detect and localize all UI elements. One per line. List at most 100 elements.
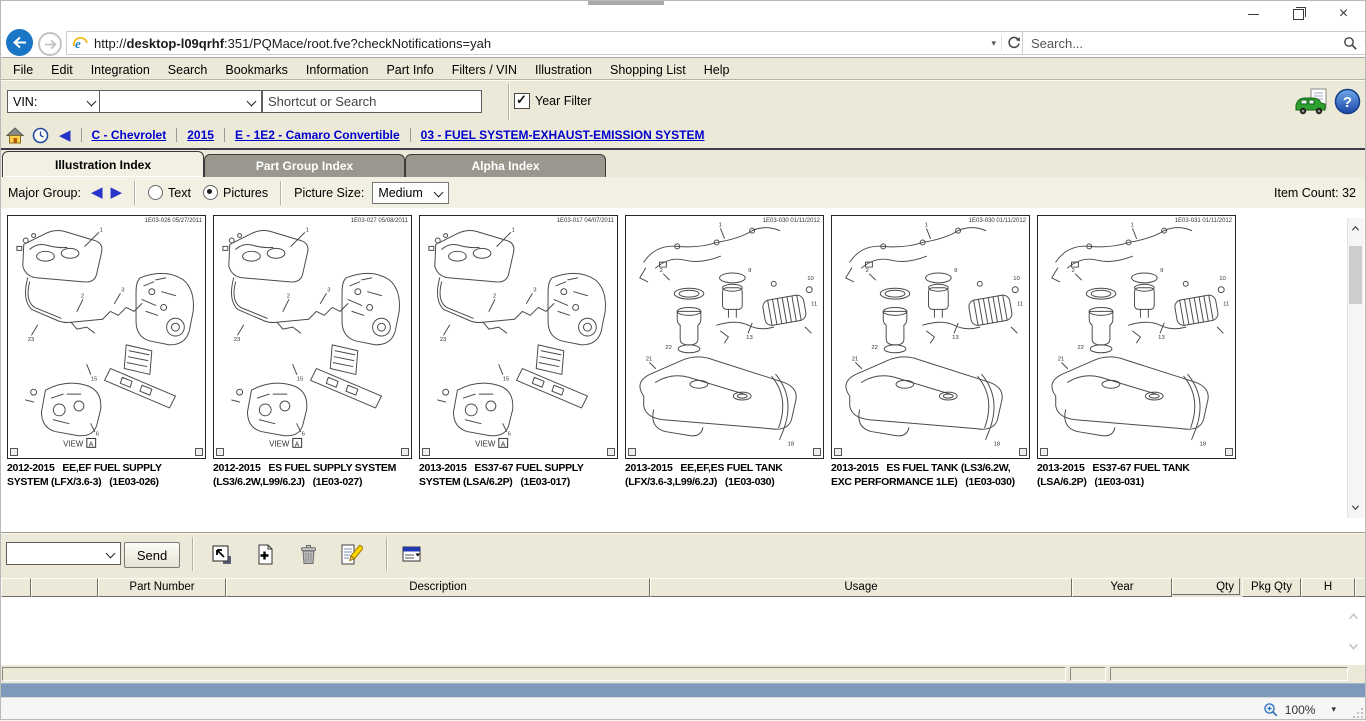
gallery-scrollbar[interactable] (1347, 218, 1364, 518)
address-bar[interactable]: e http://desktop-l09qrhf:351/PQMace/root… (66, 31, 1026, 55)
scroll-up-icon[interactable] (1351, 224, 1360, 233)
header-pkg-qty[interactable]: Pkg Qty (1242, 578, 1301, 597)
forward-button[interactable] (38, 32, 62, 56)
header-qty[interactable]: Qty (1172, 578, 1240, 595)
illustration-code: 1E03-026 05/27/2011 (145, 218, 202, 224)
zoom-control[interactable]: 100% ▾ (1263, 702, 1336, 718)
illustration-thumbnail[interactable]: 1E03-027 05/08/2011 (213, 215, 412, 459)
scroll-down-icon[interactable] (1351, 503, 1360, 512)
add-part-button[interactable] (252, 541, 278, 567)
year-filter-control: Year Filter (514, 93, 592, 109)
tab-part-group-index[interactable]: Part Group Index (204, 154, 405, 177)
menu-search[interactable]: Search (159, 59, 217, 81)
tab-illustration-index[interactable]: Illustration Index (2, 151, 204, 177)
table-scroll-up-icon[interactable] (1348, 609, 1359, 627)
illustration-caption[interactable]: 2013-2015 ES37-67 FUEL SUPPLY SYSTEM (LS… (419, 462, 617, 489)
breadcrumb-group[interactable]: 03 - FUEL SYSTEM-EXHAUST-EMISSION SYSTEM (421, 128, 705, 142)
major-group-label: Major Group: (8, 186, 81, 200)
zoom-dropdown-icon[interactable]: ▾ (1331, 704, 1336, 715)
illustration-thumbnail[interactable]: 1E03-031 01/11/2012 (1037, 215, 1236, 459)
send-button[interactable]: Send (124, 542, 180, 568)
major-group-prev-icon[interactable]: ◀ (91, 185, 103, 200)
picture-size-select[interactable]: Medium (372, 182, 449, 204)
chevron-down-icon (106, 549, 116, 559)
major-group-next-icon[interactable]: ▶ (111, 185, 123, 200)
header-description[interactable]: Description (226, 578, 650, 597)
illustration-caption[interactable]: 2013-2015 EE,EF,ES FUEL TANK (LFX/3.6-3,… (625, 462, 823, 489)
fuel-tank-diagram (832, 216, 1029, 458)
header-year[interactable]: Year (1072, 578, 1172, 597)
breadcrumb-back-icon[interactable]: ◀ (59, 128, 71, 143)
header-usage[interactable]: Usage (650, 578, 1072, 597)
illustration-tile-4[interactable]: 1E03-030 01/11/2012 2013-2015 EE,EF,ES F… (625, 215, 825, 489)
picture-size-label: Picture Size: (294, 186, 364, 200)
restore-button[interactable] (1276, 0, 1321, 28)
menu-integration[interactable]: Integration (82, 59, 159, 81)
fuel-tank-diagram (626, 216, 823, 458)
illustration-thumbnail[interactable]: 1E03-026 05/27/2011 (7, 215, 206, 459)
illustration-tile-1[interactable]: 1E03-026 05/27/2011 2012-2015 EE,EF FUEL… (7, 215, 207, 489)
resize-image-button[interactable] (208, 541, 234, 567)
vehicle-select[interactable] (99, 90, 262, 113)
menu-bookmarks[interactable]: Bookmarks (216, 59, 297, 81)
shortcut-search-input[interactable] (262, 90, 482, 113)
illustration-thumbnail[interactable]: 1E03-030 01/11/2012 (625, 215, 824, 459)
illustration-caption[interactable]: 2013-2015 ES37-67 FUEL TANK (LSA/6.2P) (… (1037, 462, 1235, 489)
header-blank-col[interactable] (31, 578, 98, 597)
table-scroll-down-icon[interactable] (1348, 639, 1359, 657)
illustration-tile-6[interactable]: 1E03-031 01/11/2012 2013-2015 ES37-67 FU… (1037, 215, 1237, 489)
scrollbar-thumb[interactable] (1349, 246, 1362, 304)
address-dropdown-icon[interactable]: ▾ (991, 38, 996, 49)
help-button[interactable]: ? (1334, 88, 1361, 120)
status-field-small (1070, 667, 1106, 681)
illustration-caption[interactable]: 2012-2015 ES FUEL SUPPLY SYSTEM (LS3/6.2… (213, 462, 411, 489)
pictures-radio[interactable] (203, 185, 218, 200)
year-filter-checkbox[interactable] (514, 93, 530, 109)
parts-table-body[interactable] (0, 597, 1366, 665)
text-radio[interactable] (148, 185, 163, 200)
illustration-tile-2[interactable]: 1E03-027 05/08/2011 2012-2015 ES FUEL SU… (213, 215, 413, 489)
search-icon[interactable] (1343, 36, 1358, 51)
illustration-tile-5[interactable]: 1E03-030 01/11/2012 2013-2015 ES FUEL TA… (831, 215, 1031, 489)
back-button[interactable] (6, 29, 33, 56)
vehicle-report-button[interactable] (1294, 88, 1330, 121)
vin-select[interactable]: VIN: (7, 90, 102, 113)
history-clock-icon[interactable] (32, 127, 49, 144)
pictures-radio-label: Pictures (223, 186, 268, 200)
menu-edit[interactable]: Edit (42, 59, 82, 81)
menu-information[interactable]: Information (297, 59, 378, 81)
menu-help[interactable]: Help (695, 59, 739, 81)
header-h[interactable]: H (1301, 578, 1355, 597)
breadcrumb-year[interactable]: 2015 (187, 128, 214, 142)
illustration-thumbnail[interactable]: 1E03-030 01/11/2012 (831, 215, 1030, 459)
header-part-number[interactable]: Part Number (98, 578, 226, 597)
refresh-icon[interactable] (1007, 36, 1021, 50)
zoom-magnifier-icon (1263, 702, 1279, 718)
chevron-down-icon (87, 97, 97, 107)
menu-shopping-list[interactable]: Shopping List (601, 59, 695, 81)
illustration-thumbnail[interactable]: 1E03-017 04/07/2011 (419, 215, 618, 459)
edit-note-button[interactable] (337, 541, 363, 567)
breadcrumb-model[interactable]: E - 1E2 - Camaro Convertible (235, 128, 400, 142)
minimize-button[interactable] (1231, 0, 1276, 28)
home-icon[interactable] (6, 127, 24, 144)
shopping-list-select[interactable] (6, 542, 121, 565)
menu-part-info[interactable]: Part Info (377, 59, 442, 81)
minimize-icon (1248, 14, 1259, 15)
illustration-caption[interactable]: 2012-2015 EE,EF FUEL SUPPLY SYSTEM (LFX/… (7, 462, 205, 489)
close-button[interactable]: × (1321, 0, 1366, 28)
menu-file[interactable]: File (4, 59, 42, 81)
header-select-col[interactable] (1, 578, 31, 597)
resize-grip[interactable] (1352, 707, 1364, 719)
illustration-caption[interactable]: 2013-2015 ES FUEL TANK (LS3/6.2W, EXC PE… (831, 462, 1029, 489)
search-input[interactable] (1029, 35, 1343, 52)
menu-filters-vin[interactable]: Filters / VIN (443, 59, 526, 81)
menu-illustration[interactable]: Illustration (526, 59, 601, 81)
browser-search-box[interactable]: ▾ (1022, 31, 1366, 55)
taskbar-peek (588, 0, 664, 5)
illustration-tile-3[interactable]: 1E03-017 04/07/2011 2013-2015 ES37-67 FU… (419, 215, 619, 489)
column-settings-button[interactable] (398, 541, 424, 567)
delete-button[interactable] (295, 541, 321, 567)
breadcrumb-make[interactable]: C - Chevrolet (92, 128, 167, 142)
tab-alpha-index[interactable]: Alpha Index (405, 154, 606, 177)
